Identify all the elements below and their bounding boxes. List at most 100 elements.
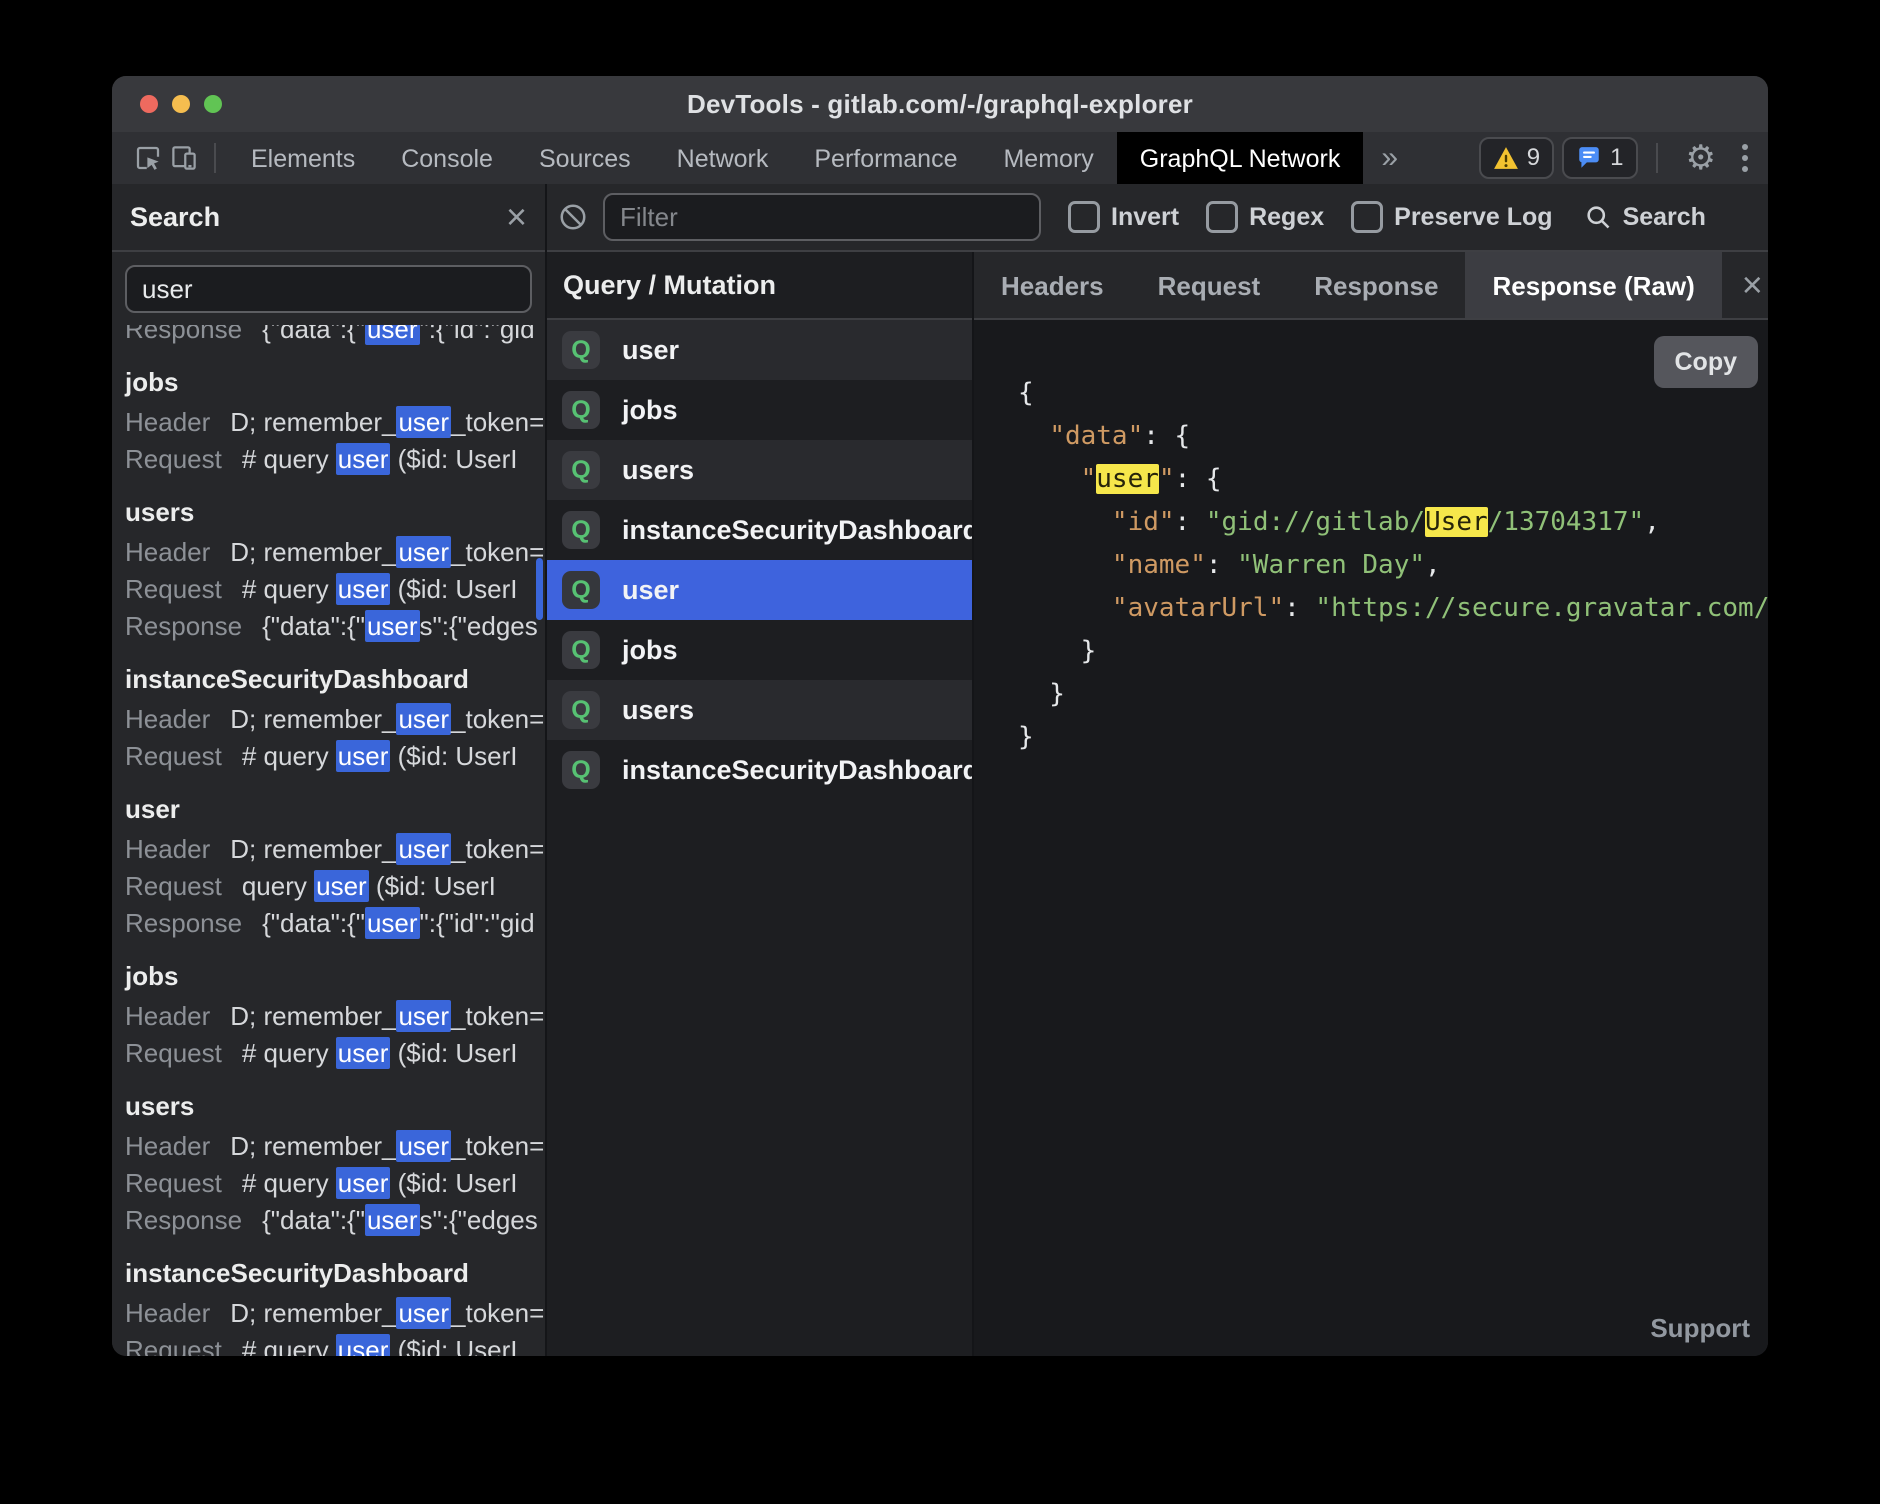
- close-search-panel-icon[interactable]: ×: [506, 199, 527, 235]
- search-result-group-instancesecuritydashboard[interactable]: instanceSecurityDashboard: [125, 657, 545, 701]
- query-item-label: user: [622, 575, 679, 606]
- regex-checkbox[interactable]: [1206, 201, 1238, 233]
- close-detail-panel-icon[interactable]: ×: [1722, 267, 1768, 303]
- warnings-badge[interactable]: 9: [1479, 137, 1554, 179]
- search-result-group-user[interactable]: user: [125, 787, 545, 831]
- kebab-menu-icon[interactable]: [1738, 140, 1752, 176]
- tab-graphql-network[interactable]: GraphQL Network: [1117, 132, 1364, 184]
- search-panel: Search × Response{"data":{"user":{"id":"…: [112, 184, 547, 1356]
- query-item-label: jobs: [622, 635, 678, 666]
- search-result-row[interactable]: Response{"data":{"user":{"id":"gid: [125, 325, 545, 348]
- search-result-row[interactable]: Request# query user ($id: UserI: [125, 1165, 545, 1202]
- tab-elements[interactable]: Elements: [228, 132, 378, 184]
- search-button[interactable]: Search: [1584, 203, 1706, 232]
- search-result-field-label: Header: [125, 1001, 210, 1031]
- search-result-row[interactable]: Requestquery user ($id: UserI: [125, 868, 545, 905]
- detail-tab-response-raw[interactable]: Response (Raw): [1465, 252, 1721, 318]
- search-result-group-users[interactable]: users: [125, 490, 545, 534]
- support-link[interactable]: Support: [1650, 1313, 1750, 1344]
- tab-console[interactable]: Console: [378, 132, 516, 184]
- highlighted-match: user: [336, 1167, 391, 1199]
- query-type-badge: Q: [562, 511, 600, 549]
- search-result-row[interactable]: HeaderD; remember_user_token=e: [125, 701, 545, 738]
- clear-block-icon[interactable]: [555, 199, 591, 235]
- search-result-group-jobs[interactable]: jobs: [125, 360, 545, 404]
- scrollbar-thumb[interactable]: [536, 558, 543, 620]
- detail-tab-headers[interactable]: Headers: [974, 252, 1131, 318]
- devtools-toolbar: ElementsConsoleSourcesNetworkPerformance…: [112, 132, 1768, 184]
- tab-network[interactable]: Network: [654, 132, 792, 184]
- highlighted-match: user: [396, 1130, 451, 1162]
- preserve-log-label: Preserve Log: [1394, 203, 1552, 232]
- tab-performance[interactable]: Performance: [791, 132, 980, 184]
- json-line: }: [1018, 673, 1768, 716]
- search-result-row[interactable]: HeaderD; remember_user_token=e: [125, 831, 545, 868]
- query-item-label: users: [622, 455, 694, 486]
- search-result-group-users[interactable]: users: [125, 1084, 545, 1128]
- search-result-row[interactable]: Response{"data":{"user":{"id":"gid: [125, 905, 545, 942]
- filter-option-invert: Invert: [1068, 201, 1179, 233]
- search-result-row[interactable]: HeaderD; remember_user_token=e: [125, 998, 545, 1035]
- message-count: 1: [1610, 144, 1623, 172]
- search-result-row[interactable]: Response{"data":{"users":{"edges: [125, 1202, 545, 1239]
- search-result-row[interactable]: HeaderD; remember_user_token=e: [125, 1128, 545, 1165]
- highlighted-match: user: [336, 1037, 391, 1069]
- messages-badge[interactable]: 1: [1562, 137, 1637, 179]
- zoom-window-button[interactable]: [204, 95, 222, 113]
- minimize-window-button[interactable]: [172, 95, 190, 113]
- toolbar-divider: [214, 143, 216, 173]
- search-result-field-label: Request: [125, 574, 222, 604]
- search-result-field-label: Request: [125, 1335, 222, 1356]
- search-result-group-jobs[interactable]: jobs: [125, 954, 545, 998]
- device-toolbar-icon[interactable]: [166, 140, 202, 176]
- highlighted-match: user: [396, 833, 451, 865]
- query-type-badge: Q: [562, 451, 600, 489]
- query-list-item-jobs[interactable]: Qjobs: [547, 620, 972, 680]
- query-list-item-user[interactable]: Quser: [547, 320, 972, 380]
- highlighted-match: user: [396, 1000, 451, 1032]
- filter-input[interactable]: [620, 202, 1024, 233]
- search-result-field-label: Request: [125, 871, 222, 901]
- search-result-row[interactable]: Request# query user ($id: UserI: [125, 1035, 545, 1072]
- search-result-group-instancesecuritydashboard[interactable]: instanceSecurityDashboard: [125, 1251, 545, 1295]
- search-result-row[interactable]: HeaderD; remember_user_token=e: [125, 404, 545, 441]
- search-input[interactable]: [142, 274, 515, 305]
- highlighted-match: User: [1425, 507, 1488, 537]
- tab-sources[interactable]: Sources: [516, 132, 654, 184]
- detail-tab-response[interactable]: Response: [1287, 252, 1465, 318]
- search-result-field-label: Response: [125, 908, 242, 938]
- panel-tabs: ElementsConsoleSourcesNetworkPerformance…: [228, 132, 1363, 184]
- query-list-item-user[interactable]: Quser: [547, 560, 972, 620]
- search-result-row[interactable]: Request# query user ($id: UserI: [125, 571, 545, 608]
- more-tabs-icon[interactable]: »: [1363, 132, 1416, 184]
- inspect-element-icon[interactable]: [130, 140, 166, 176]
- detail-tab-request[interactable]: Request: [1131, 252, 1288, 318]
- search-result-field-label: Response: [125, 1205, 242, 1235]
- search-result-row[interactable]: Request# query user ($id: UserI: [125, 1332, 545, 1356]
- settings-gear-icon[interactable]: ⚙: [1686, 141, 1716, 175]
- copy-button[interactable]: Copy: [1654, 336, 1759, 388]
- invert-checkbox[interactable]: [1068, 201, 1100, 233]
- preserve-log-checkbox[interactable]: [1351, 201, 1383, 233]
- query-list-item-instancesecuritydashboard[interactable]: QinstanceSecurityDashboard: [547, 740, 972, 800]
- search-result-row[interactable]: Request# query user ($id: UserI: [125, 738, 545, 775]
- window-title: DevTools - gitlab.com/-/graphql-explorer: [687, 89, 1193, 120]
- query-list-item-jobs[interactable]: Qjobs: [547, 380, 972, 440]
- json-line: "user": {: [1018, 458, 1768, 501]
- search-result-row[interactable]: Request# query user ($id: UserI: [125, 441, 545, 478]
- query-list-item-users[interactable]: Qusers: [547, 680, 972, 740]
- invert-label: Invert: [1111, 203, 1179, 232]
- network-filter-toolbar: InvertRegexPreserve Log Search: [547, 184, 1768, 252]
- detail-tabs-bar: HeadersRequestResponseResponse (Raw) ×: [974, 252, 1768, 320]
- close-window-button[interactable]: [140, 95, 158, 113]
- highlighted-match: user: [314, 870, 369, 902]
- search-result-row[interactable]: HeaderD; remember_user_token=e: [125, 1295, 545, 1332]
- tab-memory[interactable]: Memory: [980, 132, 1116, 184]
- json-line: }: [1018, 630, 1768, 673]
- highlighted-match: user: [336, 443, 391, 475]
- query-list-item-instancesecuritydashboard[interactable]: QinstanceSecurityDashboard: [547, 500, 972, 560]
- query-list-item-users[interactable]: Qusers: [547, 440, 972, 500]
- search-result-field-label: Header: [125, 834, 210, 864]
- search-result-row[interactable]: HeaderD; remember_user_token=e: [125, 534, 545, 571]
- search-result-row[interactable]: Response{"data":{"users":{"edges: [125, 608, 545, 645]
